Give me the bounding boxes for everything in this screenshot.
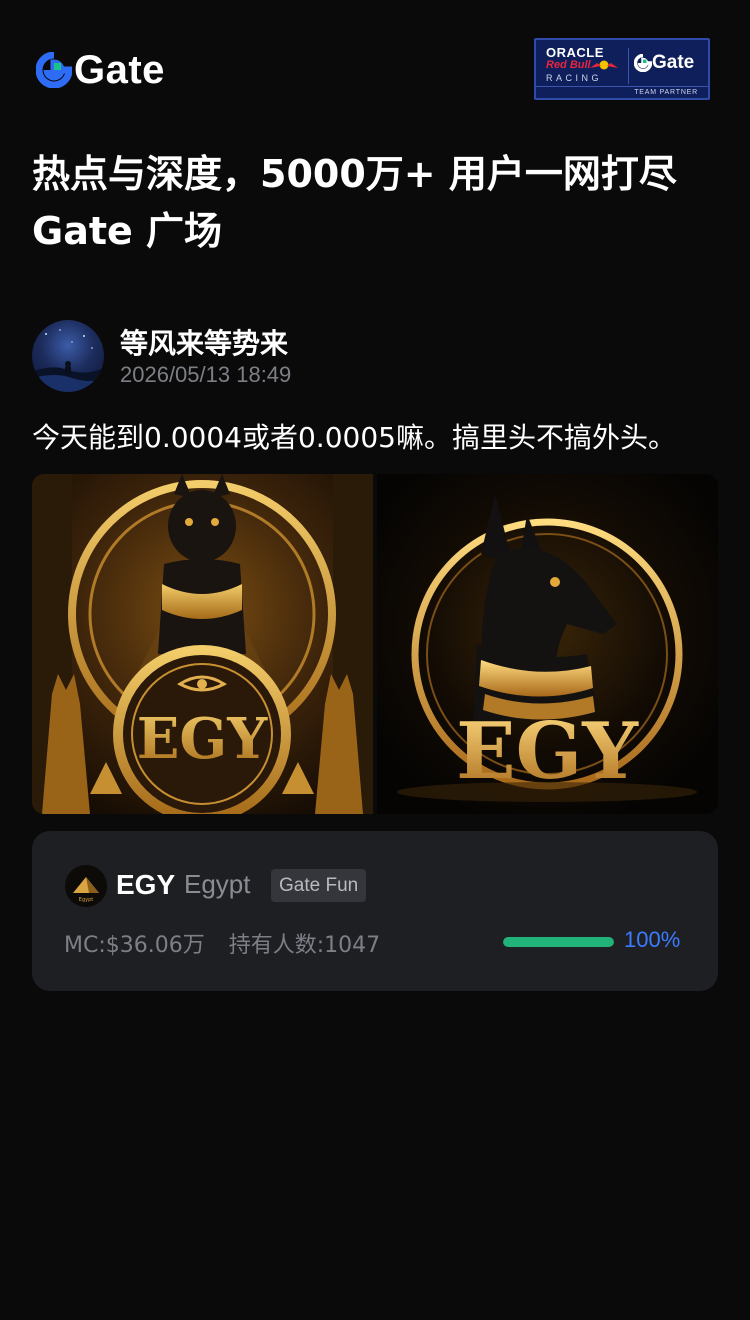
token-logo: Egypt	[65, 865, 107, 907]
headline-line-2: Gate 广场	[32, 209, 223, 253]
post-text: 今天能到0.0004或者0.0005嘛。搞里头不搞外头。	[32, 421, 676, 454]
post-image-1[interactable]: EGY	[32, 474, 373, 814]
token-symbol: EGY	[116, 869, 176, 900]
partner-divider	[628, 48, 629, 84]
headline-line-1: 热点与深度，5000万+ 用户一网打尽	[32, 152, 677, 196]
market-cap: MC:$36.06万	[64, 933, 205, 958]
partner-gate-logo: Gate	[634, 52, 694, 74]
partner-team-text: TEAM PARTNER	[536, 86, 708, 98]
post-images: EGY EGY	[32, 474, 718, 814]
token-card[interactable]: Egypt EGY Egypt Gate Fun MC:$36.06万 持有人数:…	[32, 831, 718, 991]
gate-logo-icon	[36, 52, 72, 88]
egy-cat-image-1: EGY	[32, 474, 373, 814]
partner-redbull-text: Red Bull	[546, 59, 591, 71]
header: Gate ORACLE Red Bull RACING Gate TEAM PA…	[32, 38, 710, 102]
post-image-2[interactable]: EGY	[377, 474, 718, 814]
holder-count: 持有人数:1047	[228, 933, 381, 958]
red-bull-icon	[590, 60, 618, 70]
partner-badge: ORACLE Red Bull RACING Gate TEAM PARTNER	[534, 38, 710, 100]
token-stats: MC:$36.06万 持有人数:1047	[64, 927, 380, 959]
gate-small-icon	[634, 54, 652, 72]
gate-logo-text: Gate	[74, 48, 165, 92]
egy-cat-image-2: EGY	[377, 474, 718, 814]
progress-bar	[503, 937, 614, 947]
progress-label: 100%	[624, 927, 681, 952]
avatar-night-scene-icon	[32, 329, 104, 392]
author-name[interactable]: 等风来等势来	[120, 322, 288, 362]
headline: 热点与深度，5000万+ 用户一网打尽 Gate 广场	[32, 146, 722, 260]
page: Gate ORACLE Red Bull RACING Gate TEAM PA…	[0, 0, 750, 1320]
partner-gate-text: Gate	[652, 52, 695, 73]
egy-word-1: EGY	[137, 706, 269, 772]
gate-logo[interactable]: Gate	[36, 48, 165, 92]
gate-fun-tag: Gate Fun	[271, 869, 367, 902]
token-logo-text: Egypt	[79, 897, 93, 903]
progress-fill	[503, 937, 614, 947]
pyramid-icon: Egypt	[65, 865, 107, 907]
partner-racing-text: RACING	[546, 73, 603, 83]
post-timestamp: 2026/05/13 18:49	[120, 362, 292, 387]
avatar[interactable]	[32, 320, 104, 392]
partner-oracle-text: ORACLE	[546, 45, 604, 60]
token-name: Egypt	[184, 869, 251, 899]
